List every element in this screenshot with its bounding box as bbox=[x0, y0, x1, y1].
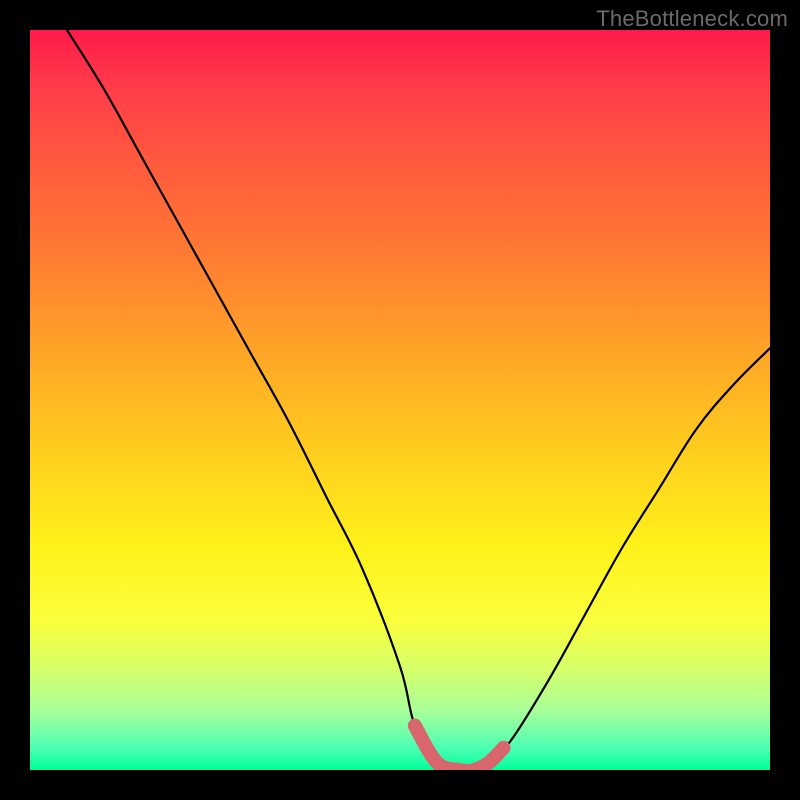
optimal-region-highlight bbox=[415, 726, 504, 770]
watermark-text: TheBottleneck.com bbox=[596, 6, 788, 32]
chart-svg bbox=[30, 30, 770, 770]
chart-frame: TheBottleneck.com bbox=[0, 0, 800, 800]
plot-area bbox=[30, 30, 770, 770]
bottleneck-curve-path bbox=[67, 30, 770, 770]
